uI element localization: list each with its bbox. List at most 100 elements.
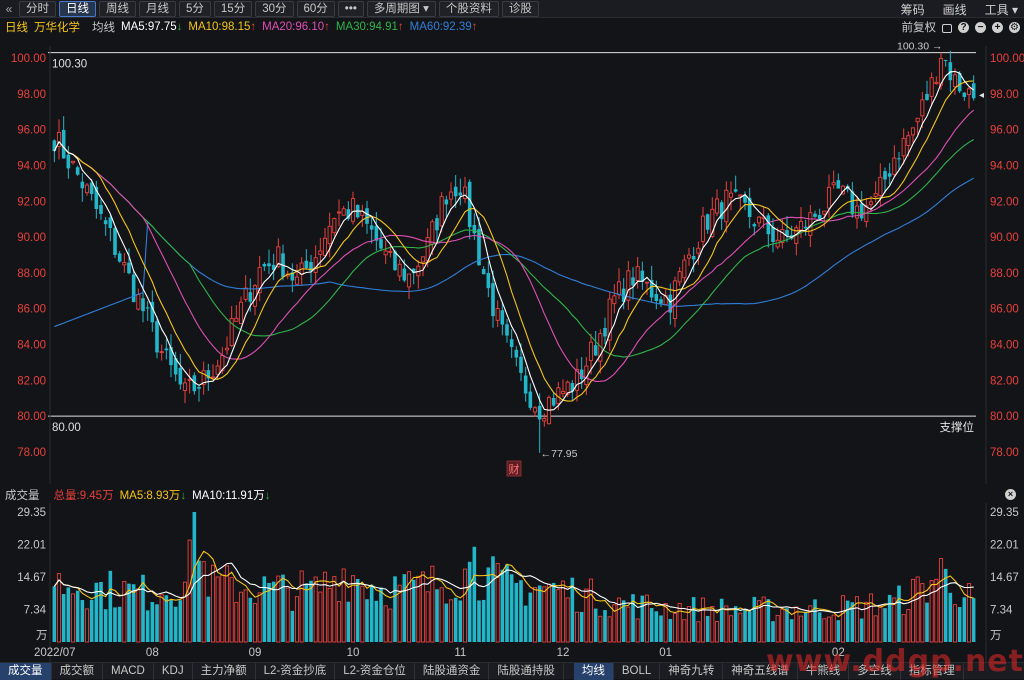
- volume-bar: [696, 621, 701, 643]
- period-button-2[interactable]: 周线: [99, 0, 136, 17]
- candle-body: [677, 271, 682, 283]
- indicator-tab-8[interactable]: 陆股通持股: [489, 663, 564, 680]
- indicator-tab-2[interactable]: MACD: [103, 663, 154, 680]
- volume-bar: [169, 599, 173, 642]
- volume-bar: [66, 587, 71, 642]
- indicator-tab-3[interactable]: KDJ: [154, 663, 193, 680]
- period-button-4[interactable]: 5分: [179, 0, 211, 17]
- period-button-11[interactable]: 诊股: [501, 0, 539, 17]
- candle-body: [523, 375, 528, 394]
- overlay-tab-0[interactable]: 均线: [573, 663, 614, 680]
- period-button-8[interactable]: •••: [337, 0, 364, 17]
- zoom-in-icon[interactable]: +: [992, 21, 1003, 33]
- volume-bar: [743, 608, 747, 642]
- period-button-0[interactable]: 分时: [19, 0, 56, 17]
- period-button-9[interactable]: 多周期图 ▾: [366, 0, 436, 17]
- candle-body: [248, 292, 253, 302]
- volume-bar: [285, 587, 290, 643]
- volume-bar: [789, 619, 794, 642]
- volume-bar: [210, 564, 216, 643]
- volume-bar: [234, 602, 239, 643]
- volume-title[interactable]: 成交量: [5, 487, 40, 503]
- candle-body: [402, 268, 407, 281]
- toolbar-right-group: 筹码 画线 工具 ▾: [901, 0, 1018, 18]
- toolbar-right-0[interactable]: 筹码: [901, 1, 925, 18]
- candle-body: [514, 349, 519, 358]
- volume-bar: [887, 594, 892, 642]
- indicator-tab-1[interactable]: 成交额: [52, 663, 103, 680]
- toolbar-right-1[interactable]: 画线: [943, 1, 967, 18]
- volume-bar: [537, 585, 542, 642]
- help-icon[interactable]: ?: [958, 21, 969, 33]
- zoom-out-icon[interactable]: −: [975, 21, 986, 33]
- volume-bar: [579, 611, 584, 642]
- volume-bar: [402, 574, 407, 642]
- volume-bar: [528, 592, 533, 642]
- ma-label[interactable]: 均线: [92, 19, 115, 35]
- volume-bar: [388, 608, 393, 643]
- toolbar-right-2[interactable]: 工具 ▾: [985, 1, 1018, 18]
- volume-bar: [868, 593, 874, 643]
- y-tick-right: 84.00: [990, 340, 1019, 352]
- candle-body: [826, 186, 832, 209]
- volume-bar: [281, 574, 285, 642]
- candle-body: [635, 266, 640, 281]
- price-chart[interactable]: 100.00 100.00 98.00 98.00 96.00 96.00 94.00 94.…: [0, 36, 1024, 484]
- volume-bar: [435, 589, 439, 642]
- period-button-5[interactable]: 15分: [213, 0, 253, 17]
- volume-bar: [420, 571, 426, 643]
- candle-body: [481, 269, 486, 275]
- volume-bar: [346, 601, 351, 642]
- adjust-label[interactable]: 前复权: [902, 19, 937, 35]
- volume-bar: [663, 603, 668, 643]
- volume-chart[interactable]: 29.35 29.35 22.01 22.01 14.67 14.67 7.34 7.34 万 万…: [0, 503, 1024, 662]
- candle-body: [901, 137, 906, 157]
- candle-body: [892, 157, 897, 175]
- back-icon[interactable]: «: [2, 2, 16, 16]
- period-button-6[interactable]: 30分: [255, 0, 294, 17]
- volume-bar: [136, 588, 141, 643]
- volume-bar: [462, 568, 468, 643]
- indicator-tab-6[interactable]: L2-资金仓位: [335, 663, 415, 680]
- candle-body: [831, 182, 836, 186]
- indicator-tab-5[interactable]: L2-资金抄底: [256, 663, 336, 680]
- lock-icon[interactable]: [942, 23, 952, 33]
- candle-body: [108, 217, 113, 229]
- volume-bar: [649, 608, 654, 642]
- candle-body: [631, 277, 635, 286]
- volume-bar: [659, 615, 663, 642]
- volume-bar: [798, 615, 804, 643]
- volume-bar: [500, 569, 505, 642]
- volume-bar: [248, 597, 253, 642]
- period-button-10[interactable]: 个股资料: [438, 0, 499, 17]
- volume-bar: [491, 556, 495, 642]
- ma10-value: MA10:98.15↑: [188, 21, 257, 33]
- volume-bar: [453, 597, 458, 642]
- period-button-3[interactable]: 月线: [139, 0, 176, 17]
- candle-body: [836, 180, 841, 189]
- indicator-tab-7[interactable]: 陆股通资金: [415, 663, 490, 680]
- volume-bar: [332, 576, 337, 643]
- close-icon[interactable]: ×: [1005, 489, 1016, 500]
- candle-body: [304, 260, 309, 269]
- volume-bar: [374, 600, 379, 642]
- volume-bar: [901, 614, 906, 643]
- volume-bar: [103, 609, 108, 642]
- candle-body: [453, 186, 458, 197]
- y-tick-left: 98.00: [17, 89, 46, 101]
- period-button-7[interactable]: 60分: [296, 0, 335, 17]
- overlay-tab-2[interactable]: 神奇九转: [660, 663, 724, 680]
- candle-body: [435, 218, 439, 231]
- candle-body: [733, 189, 738, 192]
- high-price-marker: 100.30 →: [897, 41, 943, 53]
- indicator-tab-0[interactable]: 成交量: [0, 663, 52, 680]
- overlay-tab-1[interactable]: BOLL: [614, 663, 661, 680]
- indicator-tab-4[interactable]: 主力净额: [193, 663, 256, 680]
- y-tick-right: 100.00: [990, 53, 1024, 65]
- volume-bar: [635, 618, 640, 643]
- settings-icon[interactable]: ⚙: [1009, 21, 1020, 33]
- volume-bar: [486, 567, 491, 642]
- candle-body: [644, 281, 650, 284]
- period-button-1[interactable]: 日线: [59, 0, 96, 17]
- volume-bar: [411, 579, 416, 642]
